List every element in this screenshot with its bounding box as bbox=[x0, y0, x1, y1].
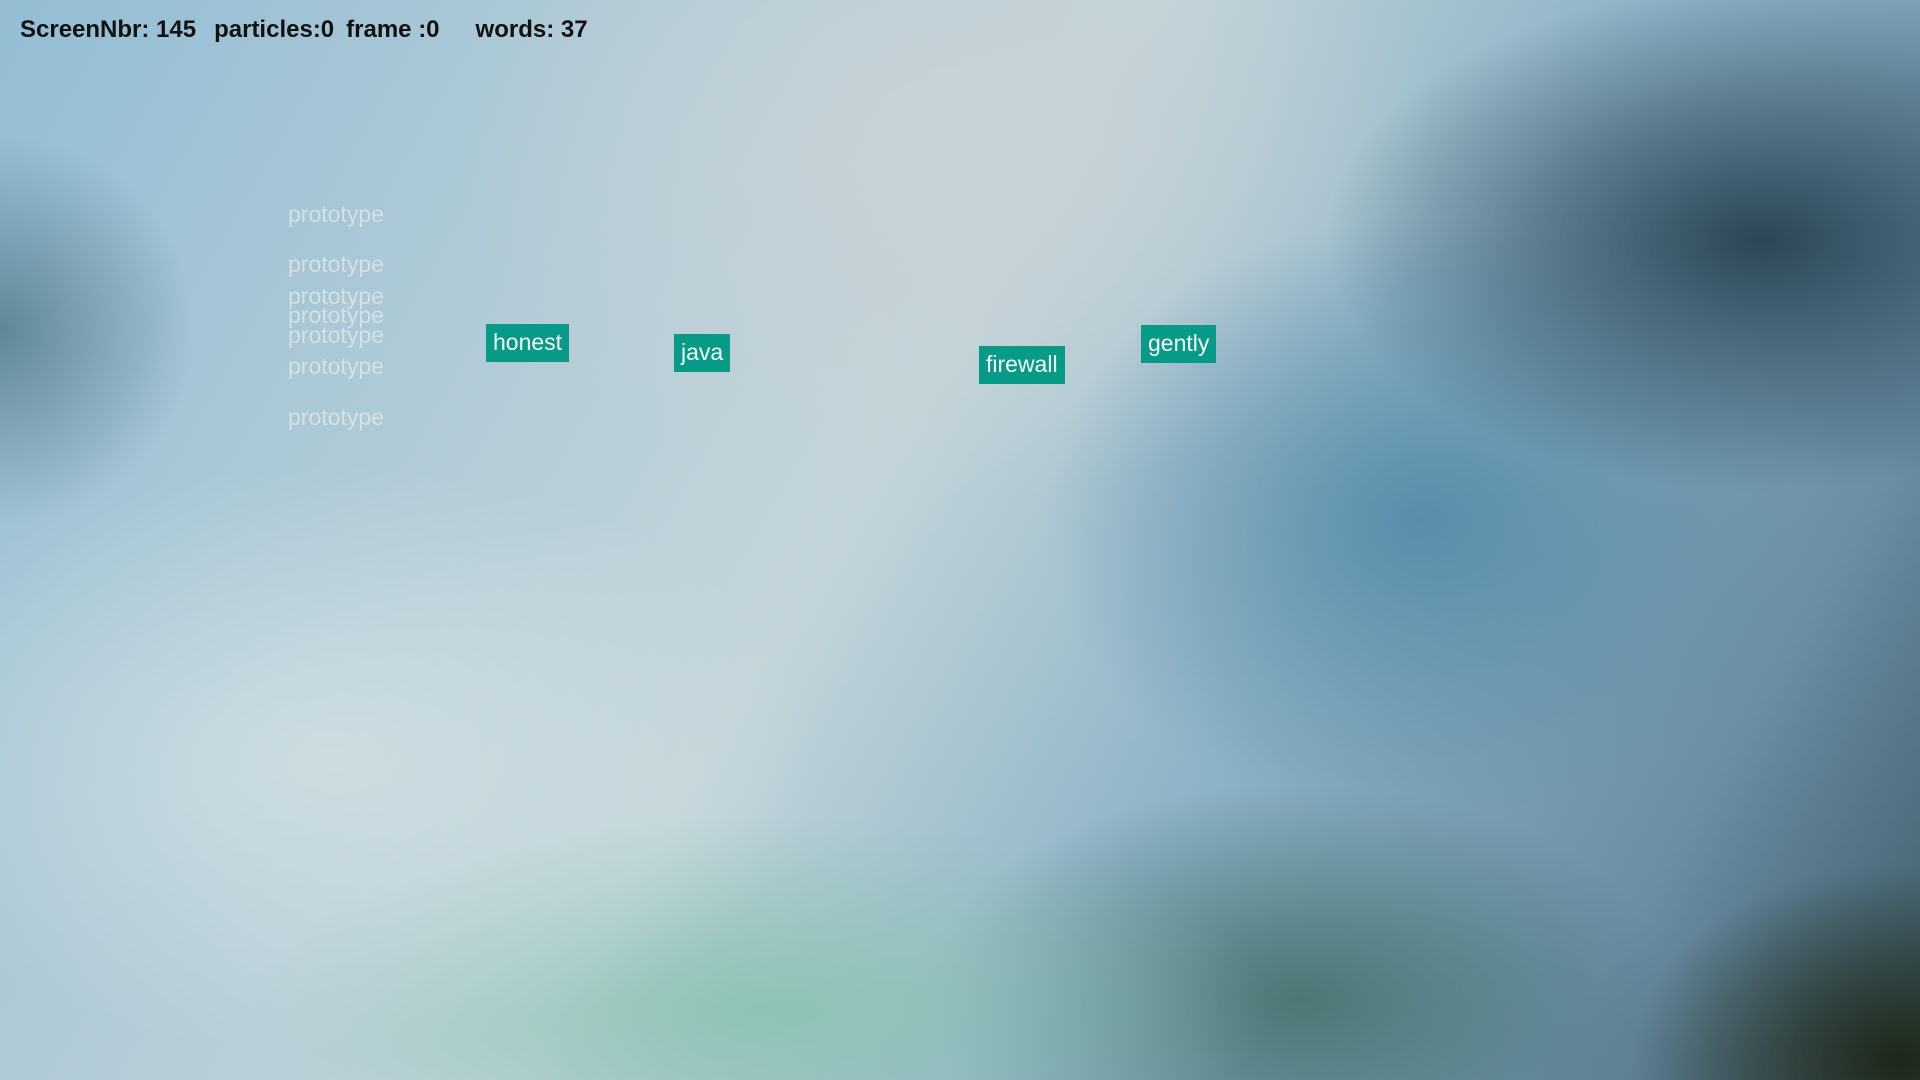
word-tile-honest[interactable]: honest bbox=[486, 324, 570, 362]
blurred-background bbox=[0, 0, 1920, 1080]
word-tile-firewall[interactable]: firewall bbox=[979, 346, 1065, 384]
word-tile-java[interactable]: java bbox=[674, 334, 731, 372]
ghost-word: prototype bbox=[288, 251, 384, 277]
particle-count: particles:0 bbox=[214, 16, 335, 43]
ghost-word: prototype bbox=[288, 404, 384, 430]
frame-count: frame :0 bbox=[346, 16, 440, 43]
ghost-word: prototype bbox=[288, 353, 384, 379]
word-tile-gently[interactable]: gently bbox=[1141, 325, 1217, 363]
screen-number: ScreenNbr: 145 bbox=[20, 16, 197, 43]
ghost-word: prototype bbox=[288, 201, 384, 227]
status-bar: ScreenNbr: 145 particles:0 frame :0 words: … bbox=[20, 16, 588, 44]
ghost-word: prototype bbox=[288, 322, 384, 348]
word-count: words: 37 bbox=[475, 16, 588, 43]
